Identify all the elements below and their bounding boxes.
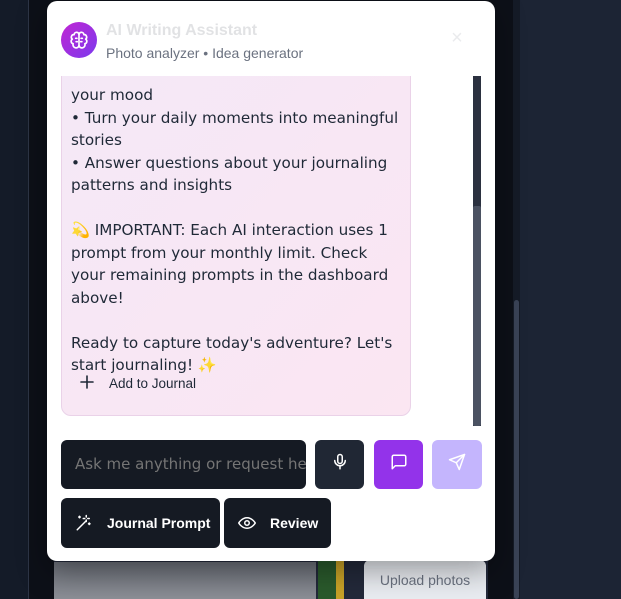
journal-prompt-button[interactable]: Journal Prompt: [61, 498, 220, 548]
review-label: Review: [270, 515, 319, 531]
add-to-journal-label: Add to Journal: [109, 375, 197, 391]
backdrop-left-panel: [0, 0, 28, 599]
assistant-title: AI Writing Assistant: [106, 22, 258, 39]
page-scrollbar-thumb[interactable]: [514, 300, 519, 599]
assistant-subtitle: Photo analyzer • Idea generator: [106, 45, 304, 61]
modal-header: AI Writing Assistant Photo analyzer • Id…: [47, 1, 495, 76]
microphone-button[interactable]: [315, 440, 364, 489]
message-line: your mood: [71, 86, 153, 104]
backdrop-right-panel: [520, 0, 621, 599]
message-line: Ready to capture today's adventure? Let'…: [71, 333, 393, 375]
message-text: your mood • Turn your daily moments into…: [71, 84, 406, 377]
journal-prompt-label: Journal Prompt: [107, 515, 211, 531]
add-to-journal-button[interactable]: Add to Journal: [80, 371, 196, 395]
chat-messages: your mood • Turn your daily moments into…: [47, 76, 495, 428]
message-line: 💫 IMPORTANT: Each AI interaction uses 1 …: [71, 221, 389, 307]
eye-icon: [238, 514, 256, 532]
send-icon: [448, 453, 466, 476]
plus-icon: [80, 373, 94, 393]
microphone-icon: [331, 453, 349, 476]
ai-assistant-modal: AI Writing Assistant Photo analyzer • Id…: [47, 1, 495, 561]
send-button[interactable]: [432, 440, 482, 489]
chat-scrollbar-thumb[interactable]: [473, 206, 481, 426]
message-square-icon: [390, 453, 408, 476]
upload-photos-button[interactable]: Upload photos: [364, 560, 486, 599]
assistant-message-bubble: your mood • Turn your daily moments into…: [61, 76, 411, 416]
backdrop-green-bar: [318, 558, 336, 599]
brain-icon: [61, 22, 97, 58]
message-line: • Turn your daily moments into meaningfu…: [71, 108, 399, 150]
backdrop-yellow-bar: [336, 558, 344, 599]
chat-mode-button[interactable]: [374, 440, 423, 489]
chat-input[interactable]: [61, 440, 306, 489]
magic-wand-icon: [75, 514, 93, 532]
close-button[interactable]: ×: [447, 28, 467, 48]
backdrop-photo: [54, 562, 316, 599]
review-button[interactable]: Review: [224, 498, 331, 548]
message-line: • Answer questions about your journaling…: [71, 153, 388, 195]
